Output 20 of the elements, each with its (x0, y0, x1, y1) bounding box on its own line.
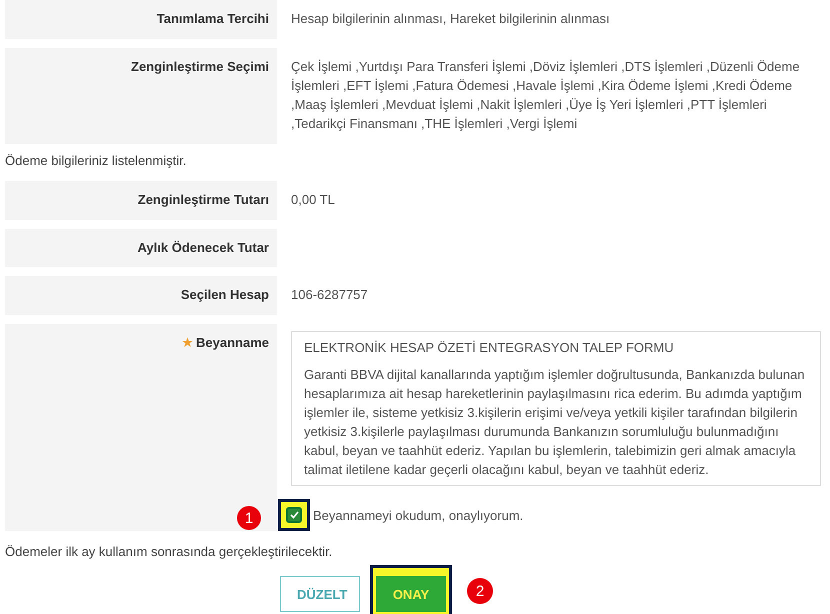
field-label: Seçilen Hesap (5, 276, 277, 315)
field-label: Tanımlama Tercihi (5, 0, 277, 39)
check-icon (290, 511, 298, 519)
field-label: Zenginleştirme Seçimi (5, 48, 277, 144)
consent-checkbox[interactable] (286, 507, 302, 523)
consent-label[interactable]: Beyannameyi okudum, onaylıyorum. (313, 508, 524, 522)
field-value: 0,00 TL (290, 191, 336, 209)
declaration-text: Garanti BBVA dijital kanallarında yaptığım işlemler doğrultusunda, Bankanızda bulunan hesaplarımıza ait hesap hareketlerinin paylaşılmasını rica ederim. Bu adımda yaptığım işlemler ile, sisteme yetkisiz 3.kişilerin erişimi ve/veya yetkili kişiler tarafından bilgilerin yetkisiz 3.kişilerle paylaşılması durumunda Bankanızın sorumluluğu bulunmadığını kabul, beyan ve taahhüt ederiz. Yapılan bu işlemlerin, talebimizin geri almak amacıyla talimat iletilene kadar geçerli olacağını kabul, beyan ve taahhüt ederiz. (304, 366, 806, 479)
field-label: Aylık Ödenecek Tutar (5, 229, 277, 267)
edit-button[interactable]: DÜZELT (280, 576, 360, 612)
declaration-title: ELEKTRONİK HESAP ÖZETİ ENTEGRASYON TALEP FORMU (304, 339, 675, 357)
field-label: Beyanname (196, 334, 269, 351)
field-value: 106-6287757 (290, 286, 369, 304)
field-label: Zenginleştirme Tutarı (5, 181, 277, 220)
field-value: Çek İşlemi ,Yurtdışı Para Transferi İşlemi ,Döviz İşlemleri ,DTS İşlemleri ,Düzenli Ödeme İşlemleri ,EFT İşlemi ,Fatura Ödemesi ,Havale İşlemi ,Kira Ödeme İşlemi ,Kredi Ödeme ,Maaş İşlemleri ,Mevduat İşlemi ,Nakit İşlemleri ,Üye İş Yeri İşlemleri ,PTT İşlemleri ,Tedarikçi Finansmanı ,THE İşlemleri ,Vergi İşlemi (290, 58, 801, 133)
confirm-button[interactable]: ONAY (376, 576, 446, 612)
step-marker: 2 (467, 578, 493, 604)
info-text: Ödemeler ilk ay kullanım sonrasında gerçekleştirilecektir. (5, 544, 334, 559)
info-text: Ödeme bilgileriniz listelenmiştir. (5, 153, 188, 168)
field-value: Hesap bilgilerinin alınması, Hareket bilgilerinin alınması (290, 10, 611, 28)
